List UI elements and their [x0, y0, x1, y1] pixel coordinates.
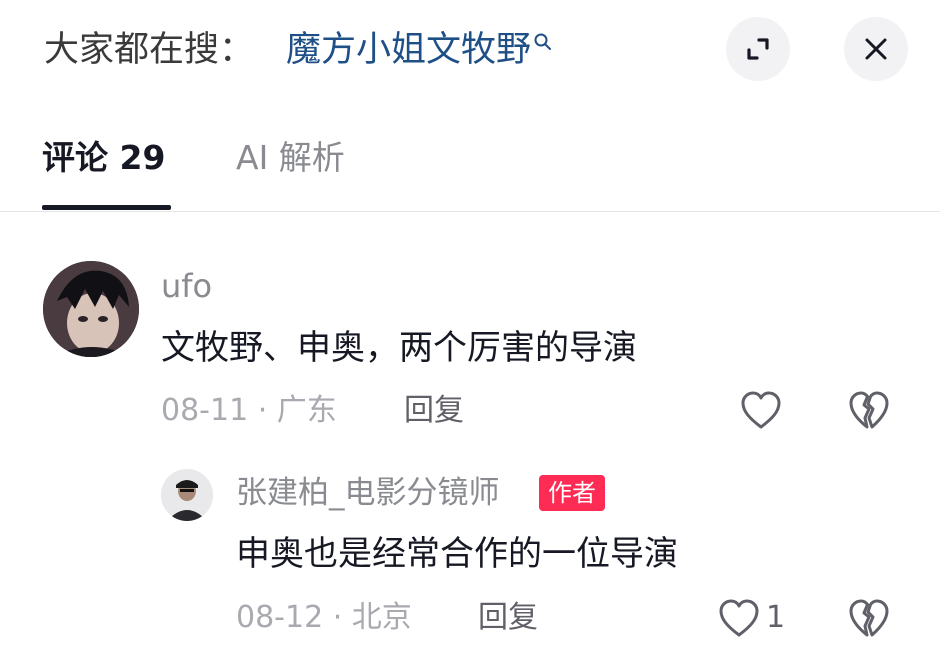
search-hint-label: 大家都在搜：	[44, 30, 255, 70]
comment-meta: 08-11 · 广东	[161, 393, 337, 428]
dislike-button[interactable]	[846, 388, 892, 432]
comment-text: 文牧野、申奥，两个厉害的导演	[161, 328, 637, 368]
active-tab-indicator	[42, 205, 171, 210]
tab-comments[interactable]: 评论 29	[42, 136, 165, 180]
comment-text: 申奥也是经常合作的一位导演	[236, 534, 678, 574]
expand-button[interactable]	[726, 17, 790, 81]
comment-username[interactable]: ufo	[161, 266, 212, 306]
tab-ai-analysis[interactable]: AI 解析	[236, 136, 345, 180]
author-badge: 作者	[539, 475, 605, 511]
comment-username[interactable]: 张建柏_电影分镜师	[236, 473, 500, 513]
tabs-divider	[0, 211, 940, 212]
avatar-image	[43, 261, 139, 357]
close-button[interactable]	[844, 17, 908, 81]
broken-heart-icon	[849, 599, 889, 637]
dislike-button[interactable]	[846, 596, 892, 640]
like-count: 1	[766, 600, 786, 635]
search-hint-query[interactable]: 魔方小姐文牧野	[286, 28, 553, 72]
like-button[interactable]	[738, 388, 784, 432]
heart-outline-icon	[719, 599, 759, 637]
close-icon	[865, 38, 887, 60]
like-button[interactable]	[716, 596, 762, 640]
search-icon	[534, 33, 552, 50]
reply-button[interactable]: 回复	[404, 391, 464, 431]
search-hint-query-text: 魔方小姐文牧野	[286, 30, 532, 70]
broken-heart-icon	[849, 391, 889, 429]
avatar-image	[161, 469, 213, 521]
avatar[interactable]	[43, 261, 139, 357]
comment-meta: 08-12 · 北京	[236, 600, 412, 635]
expand-icon	[747, 38, 769, 60]
avatar[interactable]	[161, 469, 213, 521]
heart-outline-icon	[741, 391, 781, 429]
reply-button[interactable]: 回复	[478, 598, 538, 638]
